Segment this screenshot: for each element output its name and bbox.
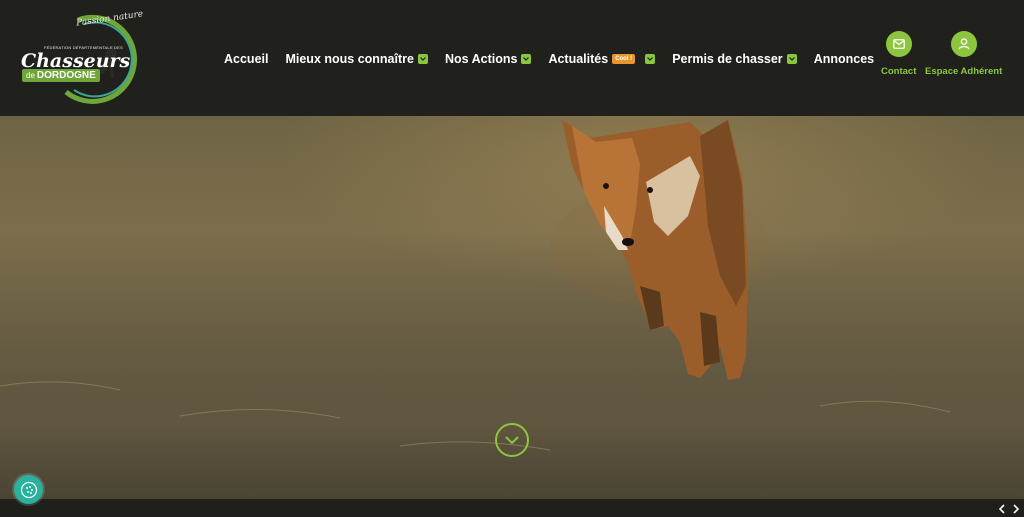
nav-item-mieux-nous-connaitre[interactable]: Mieux nous connaître: [285, 52, 428, 66]
site-header: Passion nature FÉDÉRATION DÉPARTEMENTALE…: [0, 0, 1024, 116]
nav-item-actualites[interactable]: Actualités Cool !: [548, 52, 656, 66]
contact-button[interactable]: Contact: [881, 31, 916, 77]
user-icon: [950, 31, 977, 57]
scroll-down-button[interactable]: [495, 423, 529, 457]
slider-next-button[interactable]: [1011, 503, 1021, 515]
nav-item-accueil[interactable]: Accueil: [224, 52, 268, 66]
nav-item-label: Mieux nous connaître: [285, 52, 414, 66]
chevron-down-icon[interactable]: [645, 54, 656, 64]
envelope-icon: [885, 31, 912, 57]
main-nav: Accueil Mieux nous connaître Nos Actions…: [224, 50, 874, 68]
chevron-down-icon[interactable]: [417, 54, 428, 64]
accessibility-button[interactable]: [14, 475, 43, 504]
hero-banner: [0, 116, 1024, 499]
nav-item-permis-de-chasser[interactable]: Permis de chasser: [672, 52, 797, 66]
slider-bar: [0, 499, 1024, 517]
site-logo[interactable]: Passion nature FÉDÉRATION DÉPARTEMENTALE…: [18, 9, 148, 104]
chevron-down-icon[interactable]: [786, 54, 797, 64]
accessibility-icon: [20, 481, 37, 498]
slider-prev-button[interactable]: [997, 503, 1007, 515]
nav-item-label: Actualités: [548, 52, 609, 66]
chevron-right-icon: [1013, 504, 1019, 514]
status-badge: Cool !: [612, 54, 636, 64]
chevron-down-icon[interactable]: [521, 54, 532, 64]
chevron-down-icon: [505, 436, 519, 444]
chevron-left-icon: [999, 504, 1005, 514]
nav-item-nos-actions[interactable]: Nos Actions: [444, 52, 532, 66]
logo-badge-prefix: de: [26, 71, 35, 80]
contact-label: Contact: [881, 66, 917, 77]
logo-badge-text: DORDOGNE: [36, 70, 96, 81]
nav-item-label: Accueil: [224, 52, 269, 66]
nav-item-label: Nos Actions: [444, 52, 518, 66]
nav-item-label: Permis de chasser: [672, 52, 783, 66]
member-area-button[interactable]: Espace Adhérent: [925, 31, 1002, 77]
member-area-label: Espace Adhérent: [925, 66, 1003, 77]
logo-badge: de DORDOGNE: [22, 69, 100, 82]
nav-item-label: Annonces: [813, 52, 875, 66]
nav-item-annonces[interactable]: Annonces: [814, 52, 874, 66]
